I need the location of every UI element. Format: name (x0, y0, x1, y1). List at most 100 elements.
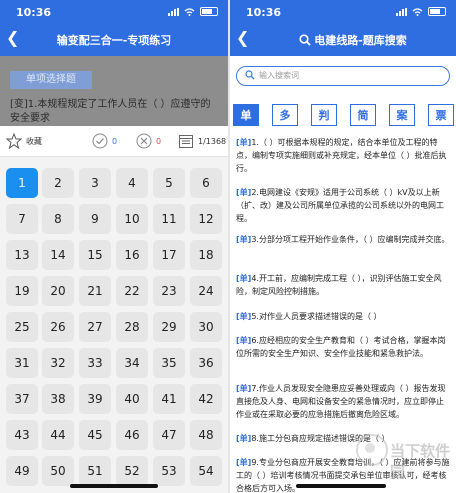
question-number-cell[interactable]: 7 (6, 204, 38, 234)
question-number-cell[interactable]: 28 (116, 312, 148, 342)
question-type-tag: [单] (236, 336, 252, 345)
question-number-cell[interactable]: 48 (190, 420, 222, 450)
favorite-label[interactable]: 收藏 (26, 136, 42, 147)
question-number-cell[interactable]: 30 (190, 312, 222, 342)
category-tab[interactable]: 案 (389, 104, 415, 126)
question-number-cell[interactable]: 3 (79, 168, 111, 198)
answer-sheet-icon[interactable] (178, 133, 194, 149)
watermark-logo-icon (356, 434, 388, 466)
question-number-cell[interactable]: 20 (42, 276, 74, 306)
question-number-cell[interactable]: 4 (116, 168, 148, 198)
home-indicator (296, 484, 386, 488)
search-screen: 10:36 ❮ 电建线路-题库搜索 输入搜索词 单多判简案票 [单]1.（ ）可… (230, 0, 456, 493)
question-list-item[interactable]: [单]3.分部分项工程开始作业条件，（ ）应编制完成并交底。 (236, 233, 450, 246)
search-topbar: 10:36 ❮ 电建线路-题库搜索 (230, 0, 456, 56)
question-number-cell[interactable]: 25 (6, 312, 38, 342)
correct-count: 0 (112, 137, 118, 146)
question-number-cell[interactable]: 14 (42, 240, 74, 270)
question-number-cell[interactable]: 6 (190, 168, 222, 198)
category-tabs: 单多判简案票 (230, 104, 456, 128)
question-number-cell[interactable]: 26 (42, 312, 74, 342)
question-number-cell[interactable]: 32 (42, 348, 74, 378)
question-number-cell[interactable]: 41 (153, 384, 185, 414)
wrong-circle-icon (136, 133, 152, 149)
question-number-cell[interactable]: 2 (42, 168, 74, 198)
status-time: 10:36 (16, 6, 52, 19)
question-number-cell[interactable]: 11 (153, 204, 185, 234)
question-number-cell[interactable]: 9 (79, 204, 111, 234)
wrong-count: 0 (156, 137, 162, 146)
category-tab[interactable]: 多 (272, 104, 298, 126)
category-tab[interactable]: 判 (311, 104, 337, 126)
question-number-cell[interactable]: 43 (6, 420, 38, 450)
question-list-item[interactable]: [单]6.应经相应的安全生产教育和（ ）考试合格，掌握本岗位所需的安全生产知识、… (236, 334, 450, 360)
page-title: 输变配三合一-专项练习 (56, 34, 172, 47)
check-circle-icon (92, 133, 108, 149)
question-number-cell[interactable]: 8 (42, 204, 74, 234)
question-number-grid: 1 2 3 4 5 6 7 8 9 10 11 12 13 14 15 16 17 18 19 20 21 22 23 24 2… (0, 157, 228, 493)
category-tab[interactable]: 单 (233, 104, 259, 126)
star-icon[interactable] (6, 133, 22, 149)
question-number-cell[interactable]: 29 (153, 312, 185, 342)
question-number-cell[interactable]: 15 (79, 240, 111, 270)
question-number-cell[interactable]: 5 (153, 168, 185, 198)
question-list-item[interactable]: [单]7.作业人员发现安全隐患应妥善处理或向（ ）报告发现直接危及人身、电网和设… (236, 382, 450, 421)
question-number-cell[interactable]: 47 (153, 420, 185, 450)
question-number-cell[interactable]: 46 (116, 420, 148, 450)
question-number-cell[interactable]: 35 (153, 348, 185, 378)
question-number-cell[interactable]: 52 (116, 456, 148, 486)
back-icon[interactable]: ❮ (236, 30, 249, 46)
question-number-cell[interactable]: 27 (79, 312, 111, 342)
question-number-cell[interactable]: 13 (6, 240, 38, 270)
search-placeholder: 输入搜索词 (259, 71, 299, 80)
question-number-cell[interactable]: 42 (190, 384, 222, 414)
battery-icon (200, 7, 218, 16)
page-title: 电建线路-题库搜索 (250, 32, 456, 48)
question-list-item[interactable]: [单]2.电网建设《安规》适用于公司系统（ ）kV及以上新（扩、改）建及公司所属… (236, 186, 450, 225)
question-number-cell[interactable]: 33 (79, 348, 111, 378)
question-number-cell[interactable]: 1 (6, 168, 38, 198)
question-type-tag: [单] (236, 138, 252, 147)
question-number-cell[interactable]: 38 (42, 384, 74, 414)
question-list-item[interactable]: [单]5.对作业人员要求描述错误的是（ ） (236, 310, 450, 323)
question-number-cell[interactable]: 39 (79, 384, 111, 414)
question-type-button[interactable]: 单项选择题 (10, 71, 92, 89)
question-item-text: 6.应经相应的安全生产教育和（ ）考试合格，掌握本岗位所需的安全生产知识、安全作… (236, 336, 446, 358)
question-number-cell[interactable]: 19 (6, 276, 38, 306)
question-number-cell[interactable]: 16 (116, 240, 148, 270)
question-item-text: 1.（ ）可根据本规程的规定，结合本单位及工程的特点，编制专项实施细则或补充规定… (236, 138, 447, 173)
question-number-cell[interactable]: 44 (42, 420, 74, 450)
question-number-cell[interactable]: 49 (6, 456, 38, 486)
practice-topbar: 10:36 ❮ 输变配三合一-专项练习 (0, 0, 228, 56)
question-number-cell[interactable]: 18 (190, 240, 222, 270)
question-list-item[interactable]: [单]4.开工前，应编制完成工程（ ），识别评估施工安全风险，制定风险控制措施。 (236, 272, 450, 298)
question-number-cell[interactable]: 51 (79, 456, 111, 486)
question-number-cell[interactable]: 53 (153, 456, 185, 486)
status-icons (168, 7, 218, 16)
search-input[interactable]: 输入搜索词 (236, 66, 450, 86)
question-item-text: 3.分部分项工程开始作业条件，（ ）应编制完成并交底。 (251, 235, 450, 244)
question-item-text: 2.电网建设《安规》适用于公司系统（ ）kV及以上新（扩、改）建及公司所属单位承… (236, 188, 444, 223)
question-number-cell[interactable]: 23 (153, 276, 185, 306)
question-number-cell[interactable]: 22 (116, 276, 148, 306)
category-tab[interactable]: 简 (350, 104, 376, 126)
answer-toolbar: 收藏 0 0 1/1368 (0, 126, 228, 157)
home-indicator (70, 484, 158, 488)
question-number-cell[interactable]: 54 (190, 456, 222, 486)
category-tab[interactable]: 票 (428, 104, 454, 126)
question-number-cell[interactable]: 40 (116, 384, 148, 414)
question-number-cell[interactable]: 34 (116, 348, 148, 378)
question-number-cell[interactable]: 21 (79, 276, 111, 306)
question-number-cell[interactable]: 50 (42, 456, 74, 486)
question-number-cell[interactable]: 12 (190, 204, 222, 234)
question-number-cell[interactable]: 31 (6, 348, 38, 378)
watermark-text: 当下软件园 (390, 442, 451, 481)
question-number-cell[interactable]: 45 (79, 420, 111, 450)
question-number-cell[interactable]: 37 (6, 384, 38, 414)
question-number-cell[interactable]: 24 (190, 276, 222, 306)
page-title-text: 电建线路-题库搜索 (314, 34, 407, 47)
question-number-cell[interactable]: 36 (190, 348, 222, 378)
question-number-cell[interactable]: 10 (116, 204, 148, 234)
question-number-cell[interactable]: 17 (153, 240, 185, 270)
question-list-item[interactable]: [单]1.（ ）可根据本规程的规定，结合本单位及工程的特点，编制专项实施细则或补… (236, 136, 450, 175)
